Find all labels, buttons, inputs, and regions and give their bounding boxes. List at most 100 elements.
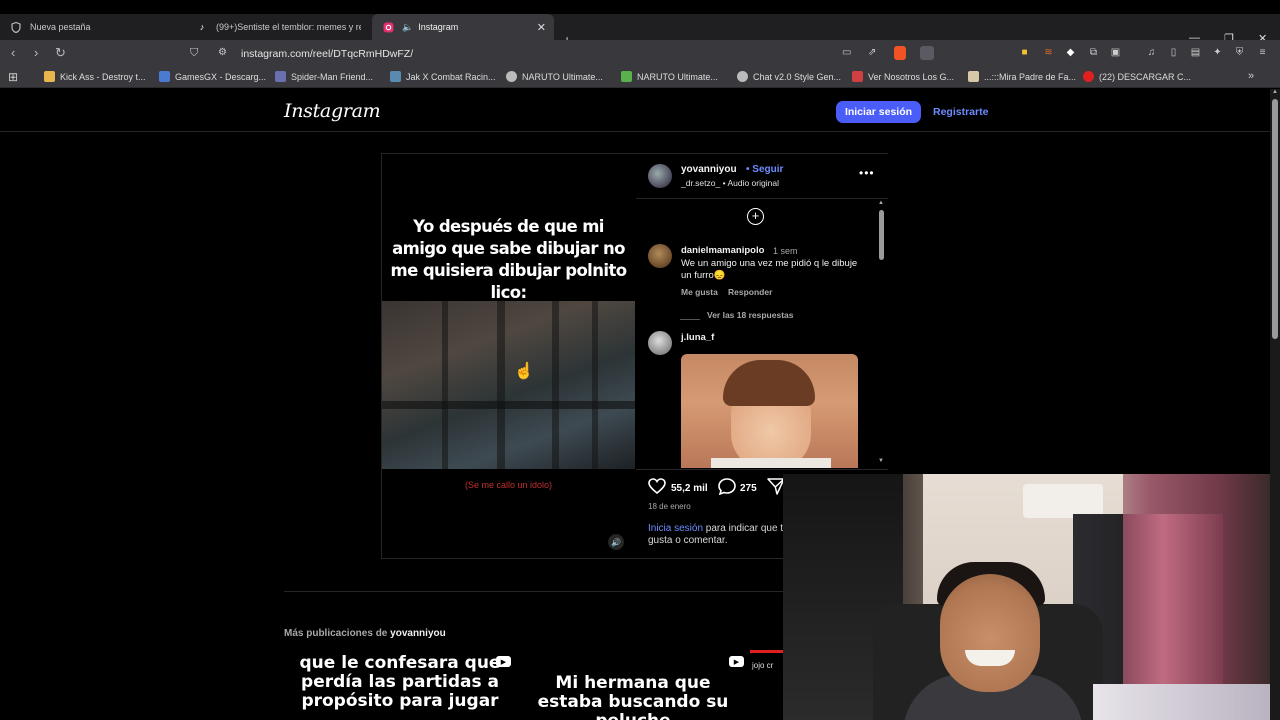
tab-instagram[interactable]: 🔈 Instagram ✕ bbox=[372, 14, 554, 40]
thumbnail-text: jojo cr bbox=[752, 661, 774, 670]
comment-username[interactable]: danielmamanipolo bbox=[681, 245, 764, 256]
instagram-icon bbox=[382, 21, 394, 33]
wallet-icon[interactable]: ▤ bbox=[1189, 46, 1202, 59]
apps-grid-icon[interactable]: ⊞ bbox=[8, 70, 18, 84]
bookmark-item[interactable]: Kick Ass - Destroy t... bbox=[44, 71, 146, 82]
window-bar bbox=[497, 301, 505, 469]
webcam-bed bbox=[1093, 684, 1270, 720]
bookmark-favicon-icon bbox=[44, 71, 55, 82]
vpn-ext-icon[interactable]: ◆ bbox=[1064, 46, 1077, 59]
avatar[interactable] bbox=[648, 331, 672, 355]
character-shirt bbox=[711, 458, 831, 468]
comment-image[interactable] bbox=[681, 354, 858, 468]
character-hair bbox=[723, 360, 815, 406]
bookmark-item[interactable]: GamesGX - Descarg... bbox=[159, 71, 266, 82]
follow-button[interactable]: • Seguir bbox=[746, 164, 783, 175]
avatar[interactable] bbox=[648, 164, 672, 188]
tab-new-tab[interactable]: Nueva pestaña bbox=[0, 14, 186, 40]
bookmark-favicon-icon bbox=[390, 71, 401, 82]
bookmark-item[interactable]: Jak X Combat Racin... bbox=[390, 71, 496, 82]
rss-ext-icon[interactable]: ≋ bbox=[1042, 46, 1055, 59]
top-black-bar bbox=[0, 0, 1280, 14]
cast-icon[interactable]: ▭ bbox=[842, 47, 851, 58]
post-thumbnail[interactable]: jojo cr bbox=[750, 650, 784, 720]
thumbnail-text: Mi hermana que estaba buscando su peluch… bbox=[537, 673, 729, 720]
media-icon[interactable]: ♫ bbox=[1145, 46, 1158, 59]
view-replies-button[interactable]: Ver las 18 respuestas bbox=[707, 310, 793, 320]
tiktok-icon: ♪ bbox=[199, 22, 205, 32]
signup-link[interactable]: Registrarte bbox=[933, 106, 988, 118]
like-comment-button[interactable]: Me gusta bbox=[681, 287, 718, 297]
wallet-ext-icon[interactable]: ■ bbox=[1018, 46, 1031, 59]
comment-username[interactable]: j.luna_f bbox=[681, 332, 714, 343]
video-frame[interactable]: ☝ bbox=[382, 301, 635, 469]
sidebar-icon[interactable]: ▯ bbox=[1167, 46, 1180, 59]
forward-icon[interactable]: › bbox=[34, 45, 38, 60]
tab-label: (99+)Sentiste el temblor: memes y re bbox=[216, 22, 361, 32]
page-scrollbar[interactable]: ▲ bbox=[1270, 89, 1280, 720]
more-options-icon[interactable]: ••• bbox=[859, 166, 875, 180]
reel-icon: ▶ bbox=[496, 656, 511, 667]
bookmark-item[interactable]: ...:::Mira Padre de Fa... bbox=[968, 71, 1076, 82]
reel-video[interactable]: Yo después de que mi amigo que sabe dibu… bbox=[382, 154, 635, 558]
scroll-up-icon[interactable]: ▲ bbox=[878, 200, 884, 206]
bookmark-favicon-icon bbox=[737, 71, 748, 82]
share-icon[interactable]: ⇗ bbox=[868, 47, 876, 58]
bookmark-icon[interactable]: ⛉ bbox=[190, 47, 198, 60]
bookmark-label: ...:::Mira Padre de Fa... bbox=[984, 71, 1077, 82]
webcam-overlay bbox=[783, 474, 1270, 720]
bookmark-item[interactable]: Ver Nosotros Los G... bbox=[852, 71, 954, 82]
address-bar[interactable]: ⛉ ⚙ instagram.com/reel/DTqcRmHDwFZ/ ▭ ⇗ bbox=[182, 43, 942, 64]
reload-icon[interactable]: ↻ bbox=[55, 45, 66, 61]
login-prompt-link[interactable]: Inicia sesión bbox=[648, 523, 703, 534]
bookmark-favicon-icon bbox=[1083, 71, 1094, 82]
page-scroll-thumb[interactable] bbox=[1272, 99, 1278, 339]
tab-strip: Nueva pestaña ♪ (99+)Sentiste el temblor… bbox=[0, 14, 1280, 48]
more-posts-user[interactable]: yovanniyou bbox=[390, 628, 446, 639]
window-bar bbox=[592, 301, 598, 469]
post-thumbnail[interactable]: que le confesara que perdía las partidas… bbox=[284, 650, 515, 720]
load-more-comments-icon[interactable]: + bbox=[747, 208, 764, 225]
scroll-up-icon[interactable]: ▲ bbox=[1272, 89, 1278, 95]
tab-label: Nueva pestaña bbox=[30, 22, 91, 32]
post-header: yovanniyou • Seguir _dr.setzo_ • Audio o… bbox=[636, 154, 888, 199]
leo-ai-icon[interactable]: ✦ bbox=[1211, 46, 1224, 59]
bookmark-item[interactable]: Spider-Man Friend... bbox=[275, 71, 373, 82]
menu-icon[interactable]: ≡ bbox=[1256, 46, 1269, 59]
brave-rewards-icon[interactable] bbox=[920, 46, 934, 60]
comments-scrollbar[interactable]: ▲ ▼ bbox=[877, 200, 886, 468]
audio-source[interactable]: _dr.setzo_ • Audio original bbox=[681, 178, 779, 188]
back-icon[interactable]: ‹ bbox=[11, 45, 15, 60]
extensions-icon[interactable]: ⧉ bbox=[1087, 46, 1100, 59]
more-bookmarks-icon[interactable]: » bbox=[1248, 70, 1254, 82]
window-bar bbox=[552, 301, 559, 469]
tab-tiktok[interactable]: ♪ (99+)Sentiste el temblor: memes y re bbox=[186, 14, 372, 40]
avatar[interactable] bbox=[648, 244, 672, 268]
tab-search-icon[interactable]: ▣ bbox=[1109, 46, 1122, 59]
comment-count: 275 bbox=[740, 483, 757, 494]
instagram-logo[interactable]: Instagram bbox=[284, 100, 381, 122]
vpn-shield-icon[interactable]: ⛨ bbox=[1233, 46, 1246, 59]
post-date: 18 de enero bbox=[648, 502, 691, 511]
scroll-down-icon[interactable]: ▼ bbox=[878, 458, 884, 464]
audio-playing-icon[interactable]: 🔈 bbox=[402, 22, 413, 33]
mute-toggle-icon[interactable]: 🔊 bbox=[608, 534, 624, 550]
post-thumbnail[interactable]: Mi hermana que estaba buscando su peluch… bbox=[517, 650, 748, 720]
brave-shield-icon[interactable] bbox=[894, 46, 906, 60]
close-tab-icon[interactable]: ✕ bbox=[537, 21, 546, 34]
heart-icon[interactable] bbox=[648, 478, 666, 499]
login-button[interactable]: Iniciar sesión bbox=[836, 101, 921, 123]
bookmark-item[interactable]: NARUTO Ultimate... bbox=[621, 71, 718, 82]
bookmark-item[interactable]: (22) DESCARGAR C... bbox=[1083, 71, 1191, 82]
like-count[interactable]: 55,2 mil bbox=[671, 483, 708, 494]
bookmark-item[interactable]: NARUTO Ultimate... bbox=[506, 71, 603, 82]
reply-button[interactable]: Responder bbox=[728, 287, 772, 297]
bookmark-item[interactable]: Chat v2.0 Style Gen... bbox=[737, 71, 841, 82]
comment-icon[interactable] bbox=[718, 478, 736, 500]
comments-list[interactable]: + danielmamanipolo 1 sem We un amigo una… bbox=[636, 200, 888, 468]
scroll-thumb[interactable] bbox=[879, 210, 884, 260]
site-info-icon[interactable]: ⚙ bbox=[218, 47, 227, 58]
bookmark-label: Jak X Combat Racin... bbox=[406, 71, 496, 82]
bookmark-label: Spider-Man Friend... bbox=[291, 71, 374, 82]
author-username[interactable]: yovanniyou bbox=[681, 164, 737, 175]
